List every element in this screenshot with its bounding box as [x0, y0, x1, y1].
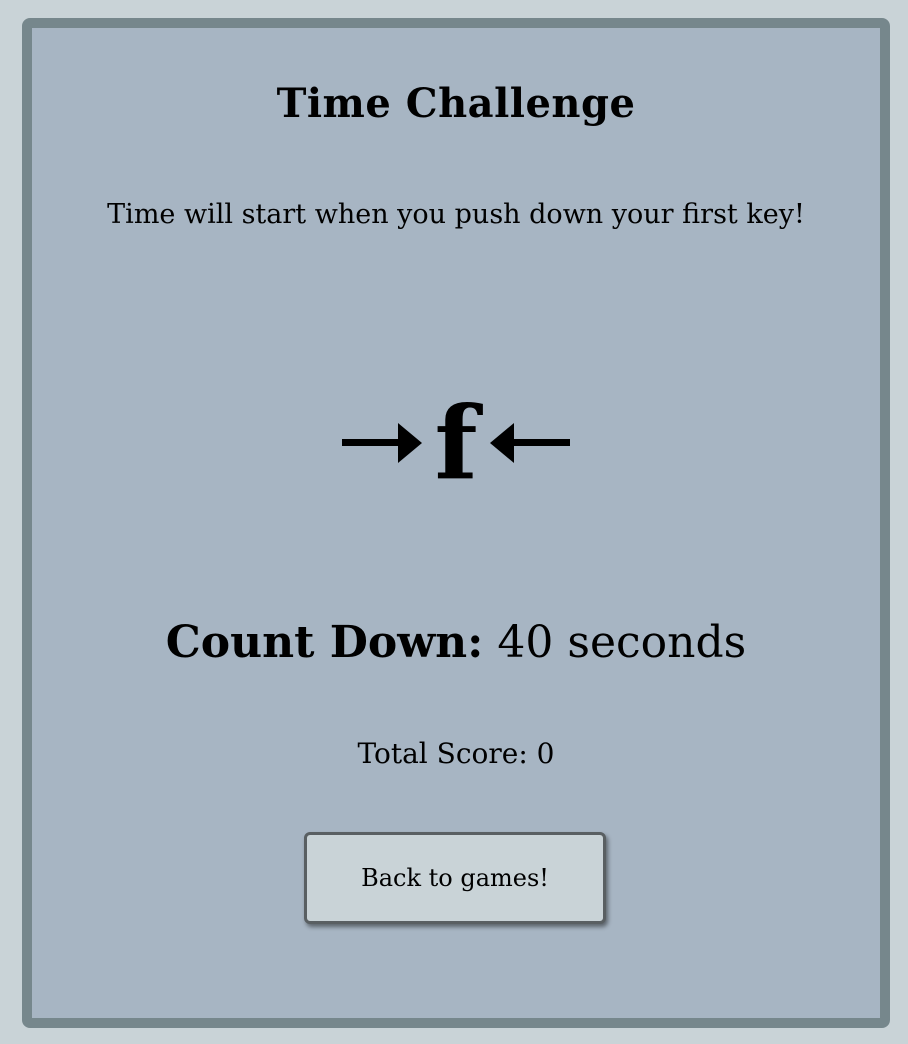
score-value: 0: [536, 737, 555, 770]
arrow-right-icon: [342, 423, 423, 463]
target-key-display: f: [32, 393, 880, 493]
countdown-value: 40 seconds: [497, 617, 747, 668]
game-title: Time Challenge: [276, 80, 636, 127]
instructions-text: Time will start when you push down your …: [107, 199, 805, 230]
score-display: Total Score: 0: [32, 736, 880, 772]
target-key-letter: f: [434, 384, 478, 502]
countdown-label: Count Down:: [165, 617, 484, 668]
arrow-left-icon: [489, 423, 570, 463]
back-to-games-button[interactable]: Back to games!: [304, 832, 606, 924]
countdown-display: Count Down: 40 seconds: [32, 615, 880, 671]
score-label: Total Score:: [357, 737, 528, 770]
game-panel: Time Challenge Time will start when you …: [22, 18, 890, 1028]
